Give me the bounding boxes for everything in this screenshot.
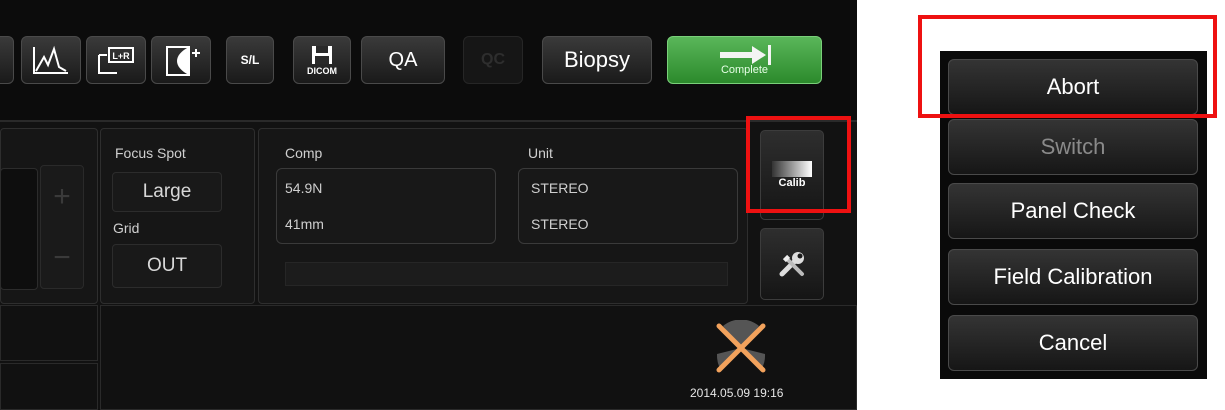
value-stepper: + − xyxy=(40,165,84,289)
complete-button[interactable]: Complete xyxy=(667,36,822,84)
toolbar: L+R S/L DICOM QA QC Biopsy Complete xyxy=(0,0,857,122)
unit-value-2: STEREO xyxy=(531,216,589,232)
lr-image-icon: L+R xyxy=(98,47,134,74)
lr-image-button[interactable]: L+R xyxy=(86,36,146,84)
unit-label: Unit xyxy=(528,145,553,161)
curve-icon xyxy=(33,45,68,74)
exposure-progress-bar xyxy=(285,262,728,286)
focus-spot-label: Focus Spot xyxy=(115,145,186,161)
svg-text:L+R: L+R xyxy=(112,51,130,61)
qc-button[interactable]: QC xyxy=(463,36,523,84)
calib-highlight xyxy=(746,116,851,213)
grid-label: Grid xyxy=(113,220,140,236)
unit-value-1: STEREO xyxy=(531,180,589,196)
floppy-disk-icon xyxy=(312,45,332,64)
panel-check-button[interactable]: Panel Check xyxy=(948,183,1198,239)
comp-label: Comp xyxy=(285,145,323,161)
field-calibration-button[interactable]: Field Calibration xyxy=(948,249,1198,305)
partial-tool-button[interactable] xyxy=(0,36,14,84)
tools-button[interactable] xyxy=(760,228,824,300)
comp-thickness-value: 41mm xyxy=(285,216,324,232)
abort-highlight xyxy=(918,15,1217,118)
dicom-label: DICOM xyxy=(307,65,337,76)
sl-button[interactable]: S/L xyxy=(226,36,274,84)
date-time: 2014.05.09 19:16 xyxy=(690,386,784,400)
decrement-button[interactable]: − xyxy=(41,227,83,288)
bottom-cell-left-bottom xyxy=(0,363,98,410)
complete-label: Complete xyxy=(720,64,769,76)
focus-spot-value[interactable]: Large xyxy=(112,172,222,212)
add-view-icon xyxy=(166,46,200,76)
add-view-button[interactable] xyxy=(151,36,211,84)
wrench-screwdriver-icon xyxy=(779,252,804,277)
grid-value[interactable]: OUT xyxy=(112,244,222,288)
cancel-button[interactable]: Cancel xyxy=(948,315,1198,371)
kv-display xyxy=(0,168,38,290)
arrow-to-bar-icon xyxy=(719,45,771,65)
increment-button[interactable]: + xyxy=(41,166,83,227)
dicom-save-button[interactable]: DICOM xyxy=(293,36,351,84)
bottom-cell-left-top xyxy=(0,305,98,361)
curve-tool-button[interactable] xyxy=(21,36,81,84)
qa-button[interactable]: QA xyxy=(361,36,445,84)
comp-force-value: 54.9N xyxy=(285,180,323,196)
toolbar-divider xyxy=(0,120,857,122)
main-panel: L+R S/L DICOM QA QC Biopsy Complete + − … xyxy=(0,0,857,410)
x-ray-off-icon xyxy=(716,320,766,373)
switch-button[interactable]: Switch xyxy=(948,119,1198,175)
biopsy-button[interactable]: Biopsy xyxy=(542,36,652,84)
